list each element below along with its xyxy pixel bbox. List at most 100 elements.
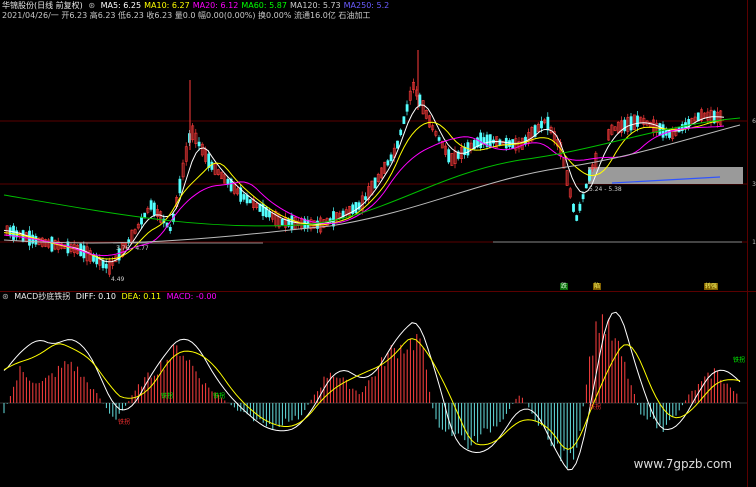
axis-label: 3 bbox=[752, 181, 756, 188]
candlestick bbox=[380, 167, 383, 179]
candlestick bbox=[47, 238, 51, 249]
candlestick bbox=[242, 191, 246, 202]
candlestick bbox=[700, 107, 703, 123]
candlestick bbox=[168, 224, 172, 234]
candlestick bbox=[367, 182, 371, 204]
candlestick bbox=[568, 186, 572, 199]
candlestick bbox=[53, 239, 57, 251]
candlestick bbox=[12, 223, 15, 243]
candlestick bbox=[405, 100, 409, 116]
candlestick bbox=[248, 199, 252, 204]
candlestick bbox=[159, 210, 163, 224]
candlestick bbox=[415, 86, 419, 100]
candlestick bbox=[354, 201, 358, 214]
candlestick bbox=[626, 113, 630, 135]
candlestick bbox=[357, 200, 361, 212]
candlestick bbox=[396, 140, 399, 149]
axis-label: 6 bbox=[752, 118, 756, 125]
candlestick bbox=[213, 162, 217, 176]
candlestick bbox=[344, 206, 348, 219]
candlestick bbox=[108, 257, 111, 278]
candlestick bbox=[620, 116, 623, 137]
candlestick bbox=[520, 137, 524, 150]
candlestick bbox=[136, 222, 140, 230]
price-candlestick-panel[interactable] bbox=[0, 0, 748, 280]
candlestick bbox=[200, 142, 204, 157]
candlestick bbox=[194, 128, 198, 148]
candlestick bbox=[463, 143, 467, 159]
candlestick bbox=[517, 137, 521, 153]
candlestick bbox=[386, 159, 390, 167]
macd-tag: 铁拐 bbox=[589, 404, 602, 411]
macd-tag: 铁拐 bbox=[213, 393, 226, 400]
signal-tag: 转强 bbox=[704, 283, 719, 290]
candlestick bbox=[181, 159, 185, 181]
candlestick bbox=[469, 139, 473, 154]
candlestick bbox=[456, 149, 460, 161]
candlestick bbox=[85, 242, 89, 266]
candlestick bbox=[453, 146, 457, 169]
candlestick bbox=[680, 121, 684, 134]
watermark-text: www.7gpzb.com bbox=[633, 457, 732, 471]
candlestick bbox=[373, 177, 377, 189]
candlestick bbox=[178, 175, 182, 197]
candlestick bbox=[351, 202, 355, 216]
candlestick bbox=[572, 202, 575, 213]
candlestick bbox=[479, 129, 483, 151]
candlestick bbox=[284, 212, 287, 233]
candlestick bbox=[223, 173, 227, 184]
candlestick bbox=[447, 147, 451, 165]
macd-tag: 铁拐 bbox=[161, 393, 174, 400]
candlestick bbox=[399, 128, 403, 137]
candlestick bbox=[149, 198, 153, 212]
candlestick bbox=[485, 131, 489, 150]
candlestick bbox=[348, 205, 351, 216]
gap-box bbox=[588, 167, 743, 184]
stock-chart-window: 华锦股份(日线 前复权) ⊛ MA5: 6.25 MA10: 6.27 MA20: … bbox=[0, 0, 756, 487]
candlestick bbox=[629, 112, 633, 134]
candlestick bbox=[652, 115, 655, 137]
candlestick bbox=[184, 142, 188, 166]
candlestick bbox=[613, 126, 617, 132]
candlestick bbox=[383, 161, 387, 174]
candlestick bbox=[44, 238, 47, 248]
candlestick bbox=[376, 172, 380, 184]
candlestick bbox=[220, 171, 223, 180]
range-left-label: 3.76 - 4.77 bbox=[116, 245, 149, 252]
candlestick bbox=[716, 107, 719, 128]
candlestick bbox=[360, 191, 364, 215]
low-price-label: 4.49 bbox=[111, 276, 125, 283]
candlestick bbox=[421, 99, 425, 115]
candlestick bbox=[88, 247, 92, 265]
range-right-label: 5.24 - 5.38 bbox=[589, 186, 622, 193]
candlestick bbox=[37, 237, 41, 246]
macd-tag: 铁拐 bbox=[118, 419, 131, 426]
candlestick bbox=[424, 109, 428, 120]
candlestick bbox=[216, 168, 220, 176]
candlestick bbox=[623, 117, 627, 134]
candlestick bbox=[450, 152, 454, 166]
candlestick bbox=[335, 212, 339, 223]
candlestick bbox=[594, 151, 598, 170]
candlestick bbox=[140, 213, 143, 229]
candlestick bbox=[610, 123, 614, 136]
signal-tag: 跌 bbox=[560, 283, 569, 290]
candlestick bbox=[50, 235, 54, 253]
candlestick bbox=[332, 207, 335, 231]
candlestick bbox=[607, 128, 611, 141]
candlestick bbox=[562, 157, 566, 169]
candlestick bbox=[636, 110, 639, 132]
candlestick bbox=[34, 233, 38, 248]
candlestick bbox=[191, 123, 195, 143]
candlestick bbox=[133, 228, 137, 235]
candlestick bbox=[444, 143, 447, 158]
candlestick bbox=[575, 214, 579, 222]
candlestick bbox=[101, 257, 105, 271]
candlestick bbox=[632, 114, 636, 130]
candlestick bbox=[236, 187, 239, 196]
candlestick bbox=[146, 206, 150, 215]
candlestick bbox=[578, 201, 582, 213]
candlestick bbox=[434, 129, 438, 138]
candlestick bbox=[408, 86, 412, 105]
candlestick bbox=[280, 218, 284, 226]
